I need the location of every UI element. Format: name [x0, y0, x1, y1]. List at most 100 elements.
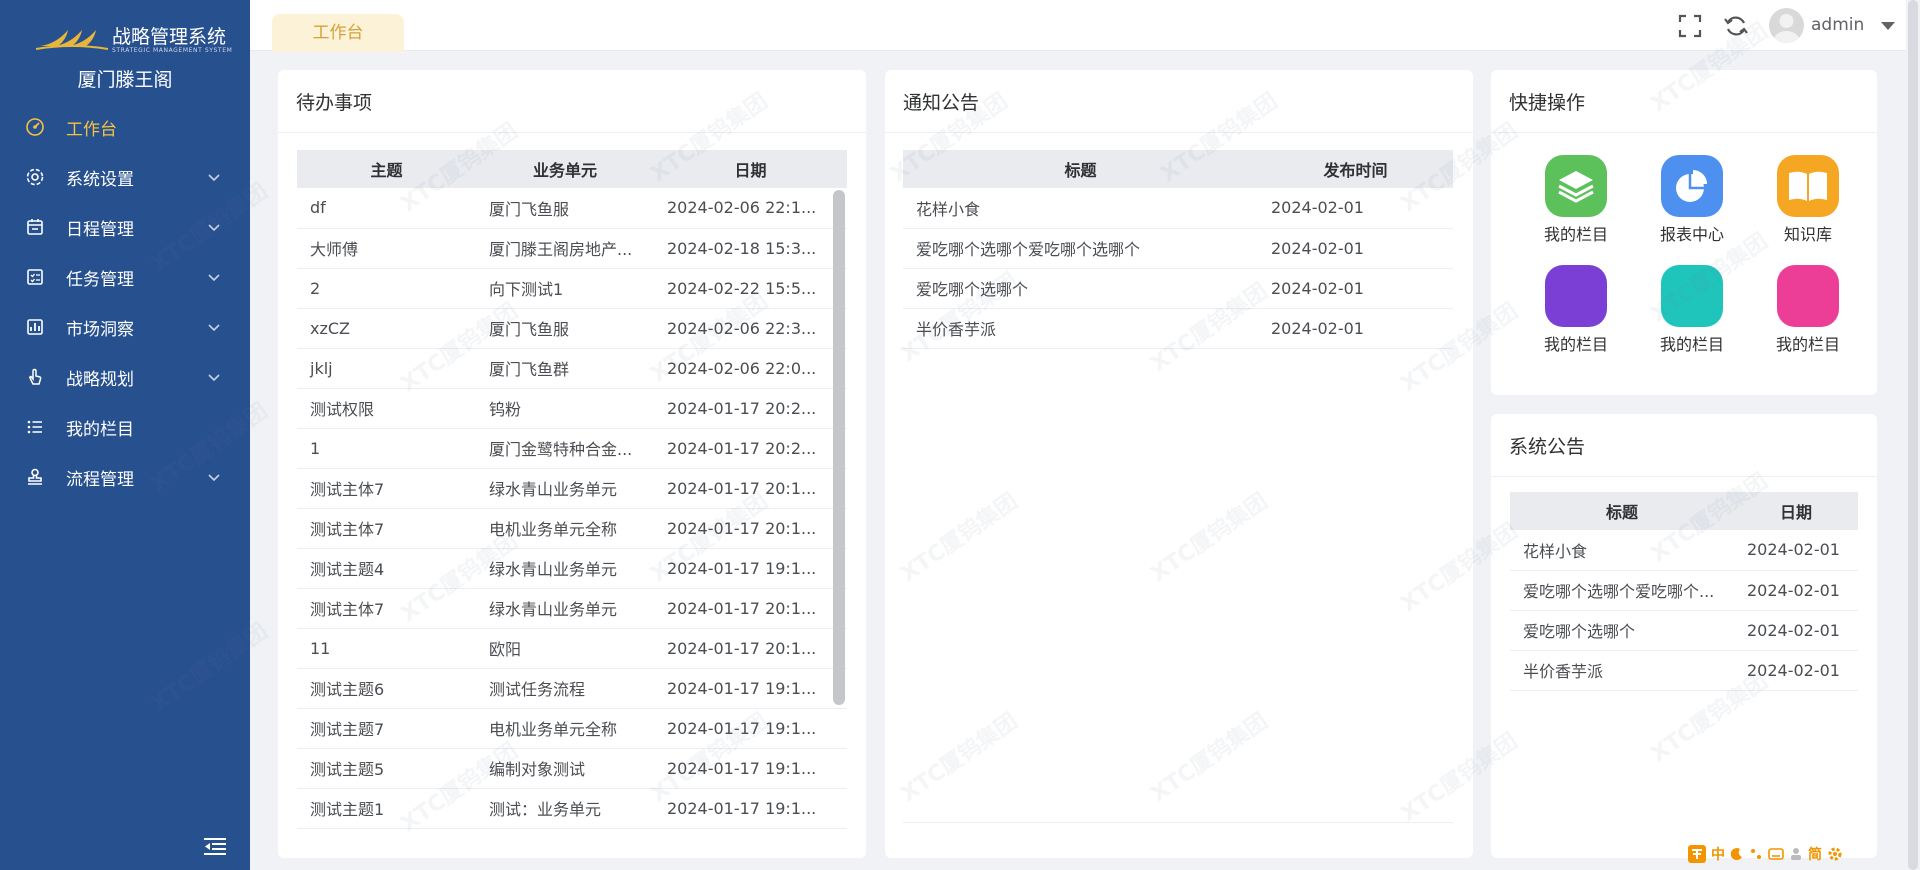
- todo-row[interactable]: 测试主题1 测试：业务单元 2024-01-17 19:1...: [297, 788, 847, 829]
- sidebar-item-label: 任务管理: [66, 269, 134, 290]
- todo-row[interactable]: jklj 厦门飞鱼群 2024-02-06 22:0...: [297, 348, 847, 389]
- chevron-down-icon: [208, 474, 220, 482]
- table-cell: 2024-01-17 19:1...: [654, 708, 847, 749]
- quick-action-tile[interactable]: [1661, 265, 1723, 327]
- table-cell: 2024-02-01: [1734, 610, 1858, 651]
- sidebar-item-0[interactable]: 工作台: [0, 102, 250, 152]
- avatar[interactable]: [1769, 8, 1804, 43]
- sysnotice-title: 系统公告: [1509, 436, 1586, 458]
- keyboard-icon[interactable]: [1768, 847, 1784, 861]
- todo-row[interactable]: 2 向下测试1 2024-02-22 15:5...: [297, 268, 847, 309]
- chevron-down-icon: [208, 274, 220, 282]
- quick-action-tile[interactable]: [1777, 265, 1839, 327]
- quick-action-tile[interactable]: [1661, 155, 1723, 217]
- quick-action-item[interactable]: 报表中心: [1642, 155, 1742, 245]
- moon-icon[interactable]: [1730, 847, 1744, 861]
- table-cell: 2024-01-17 20:1...: [654, 468, 847, 509]
- todo-row[interactable]: 测试主体7 绿水青山业务单元 2024-01-17 20:1...: [297, 588, 847, 629]
- table-cell: 半价香芋派: [903, 308, 1258, 349]
- tab-workbench[interactable]: 工作台: [272, 14, 404, 52]
- table-cell: 2024-01-17 19:1...: [654, 548, 847, 589]
- todo-row[interactable]: 测试主题4 绿水青山业务单元 2024-01-17 19:1...: [297, 548, 847, 589]
- table-cell: 2024-02-01: [1258, 268, 1453, 309]
- todo-row[interactable]: 大师傅 厦门滕王阁房地产... 2024-02-18 15:3...: [297, 228, 847, 269]
- todo-table: 主题 业务单元 日期 df 厦门飞鱼服 2024-02-06 22:1... 大师傅 厦门滕…: [297, 150, 847, 829]
- todo-row[interactable]: xzCZ 厦门飞鱼服 2024-02-06 22:3...: [297, 308, 847, 349]
- table-cell: 厦门飞鱼服: [476, 308, 654, 349]
- ime-settings-icon[interactable]: [1827, 846, 1843, 862]
- todo-row[interactable]: 测试主题7 电机业务单元全称 2024-01-17 19:1...: [297, 708, 847, 749]
- layers-icon: [1558, 171, 1594, 203]
- quick-action-item[interactable]: 知识库: [1758, 155, 1858, 245]
- table-cell: 2024-01-17 20:2...: [654, 388, 847, 429]
- ime-lang-label[interactable]: 中: [1711, 844, 1725, 864]
- todo-row[interactable]: 测试主体7 电机业务单元全称 2024-01-17 20:1...: [297, 508, 847, 549]
- todo-row[interactable]: 测试权限 钨粉 2024-01-17 20:2...: [297, 388, 847, 429]
- notice-row[interactable]: 花样小食 2024-02-01: [903, 188, 1453, 229]
- quick-action-label: 我的栏目: [1775, 335, 1840, 354]
- collapse-menu-icon[interactable]: [204, 837, 226, 855]
- table-cell: 测试主体7: [297, 508, 476, 549]
- sidebar-item-5[interactable]: 战略规划: [0, 352, 250, 402]
- sidebar-item-4[interactable]: 市场洞察: [0, 302, 250, 352]
- todo-row[interactable]: 1 厦门金鹭特种合金... 2024-01-17 20:2...: [297, 428, 847, 469]
- table-cell: jklj: [297, 348, 476, 389]
- user-menu-caret-icon[interactable]: [1881, 22, 1895, 30]
- quick-action-tile[interactable]: [1545, 265, 1607, 327]
- system-notice-row[interactable]: 花样小食 2024-02-01: [1510, 530, 1858, 571]
- ime-toolbar[interactable]: 中 简: [1688, 843, 1902, 865]
- checklist-icon: [27, 269, 43, 285]
- quick-action-tile[interactable]: [1777, 155, 1839, 217]
- quick-action-item[interactable]: 我的栏目: [1758, 265, 1858, 355]
- todo-row[interactable]: 测试主题6 测试任务流程 2024-01-17 19:1...: [297, 668, 847, 709]
- todo-row[interactable]: 测试主体7 绿水青山业务单元 2024-01-17 20:1...: [297, 468, 847, 509]
- dashboard-icon: [26, 118, 44, 136]
- sidebar-item-7[interactable]: 流程管理: [0, 452, 250, 502]
- user-icon[interactable]: [1789, 847, 1803, 861]
- system-notice-row[interactable]: 爱吃哪个选哪个爱吃哪个... 2024-02-01: [1510, 570, 1858, 611]
- table-cell: 测试主体7: [297, 588, 476, 629]
- table-cell: 测试主题1: [297, 788, 476, 829]
- table-cell: 钨粉: [476, 388, 654, 429]
- sidebar-item-2[interactable]: 日程管理: [0, 202, 250, 252]
- table-cell: 2024-02-01: [1734, 570, 1858, 611]
- todo-row[interactable]: 测试主题5 编制对象测试 2024-01-17 19:1...: [297, 748, 847, 789]
- quick-action-tile[interactable]: [1545, 155, 1607, 217]
- notice-card: 通知公告 标题 发布时间 花样小食 2024-02-01 爱吃哪个选哪个爱吃哪个选哪个…: [885, 70, 1473, 858]
- page-scrollbar[interactable]: [1906, 0, 1920, 870]
- todo-card: 待办事项 主题 业务单元 日期 df 厦门飞鱼服 2024-02-06 22:1... 大…: [278, 70, 866, 858]
- quick-action-item[interactable]: 我的栏目: [1526, 265, 1626, 355]
- quick-action-label: 我的栏目: [1659, 335, 1724, 354]
- ime-simplified-label[interactable]: 简: [1808, 844, 1822, 864]
- table-cell: 2024-01-17 20:1...: [654, 588, 847, 629]
- fullscreen-icon[interactable]: [1677, 13, 1703, 39]
- quick-action-item[interactable]: 我的栏目: [1642, 265, 1742, 355]
- notice-row[interactable]: 半价香芋派 2024-02-01: [903, 308, 1453, 349]
- quick-action-label: 我的栏目: [1543, 225, 1608, 244]
- logo-block: 战略管理系统 STRATEGIC MANAGEMENT SYSTEM 厦门滕王阁: [0, 0, 250, 95]
- chevron-down-icon: [208, 324, 220, 332]
- refresh-icon[interactable]: [1723, 13, 1749, 39]
- quick-action-item[interactable]: 我的栏目: [1526, 155, 1626, 245]
- notice-row[interactable]: 爱吃哪个选哪个爱吃哪个选哪个 2024-02-01: [903, 228, 1453, 269]
- table-cell: 厦门滕王阁房地产...: [476, 228, 654, 269]
- punctuation-icon[interactable]: [1749, 847, 1763, 861]
- notice-row[interactable]: 爱吃哪个选哪个 2024-02-01: [903, 268, 1453, 309]
- username[interactable]: admin: [1811, 15, 1864, 35]
- logo-icon: [36, 30, 108, 50]
- system-notice-card: 系统公告 标题 日期 花样小食 2024-02-01 爱吃哪个选哪个爱吃哪个... 20…: [1491, 414, 1877, 858]
- column-header: 业务单元: [476, 150, 654, 188]
- sidebar-item-6[interactable]: 我的栏目: [0, 402, 250, 452]
- sidebar-item-3[interactable]: 任务管理: [0, 252, 250, 302]
- table-cell: 2024-02-22 15:5...: [654, 268, 847, 309]
- gear-icon: [26, 168, 44, 186]
- todo-scrollbar[interactable]: [831, 190, 845, 705]
- todo-row[interactable]: df 厦门飞鱼服 2024-02-06 22:1...: [297, 188, 847, 229]
- system-notice-row[interactable]: 爱吃哪个选哪个 2024-02-01: [1510, 610, 1858, 651]
- system-notice-row[interactable]: 半价香芋派 2024-02-01: [1510, 650, 1858, 691]
- sidebar-item-1[interactable]: 系统设置: [0, 152, 250, 202]
- todo-title: 待办事项: [296, 92, 373, 114]
- todo-row[interactable]: 11 欧阳 2024-01-17 20:1...: [297, 628, 847, 669]
- quick-title: 快捷操作: [1509, 92, 1586, 114]
- table-cell: 2024-02-01: [1734, 650, 1858, 691]
